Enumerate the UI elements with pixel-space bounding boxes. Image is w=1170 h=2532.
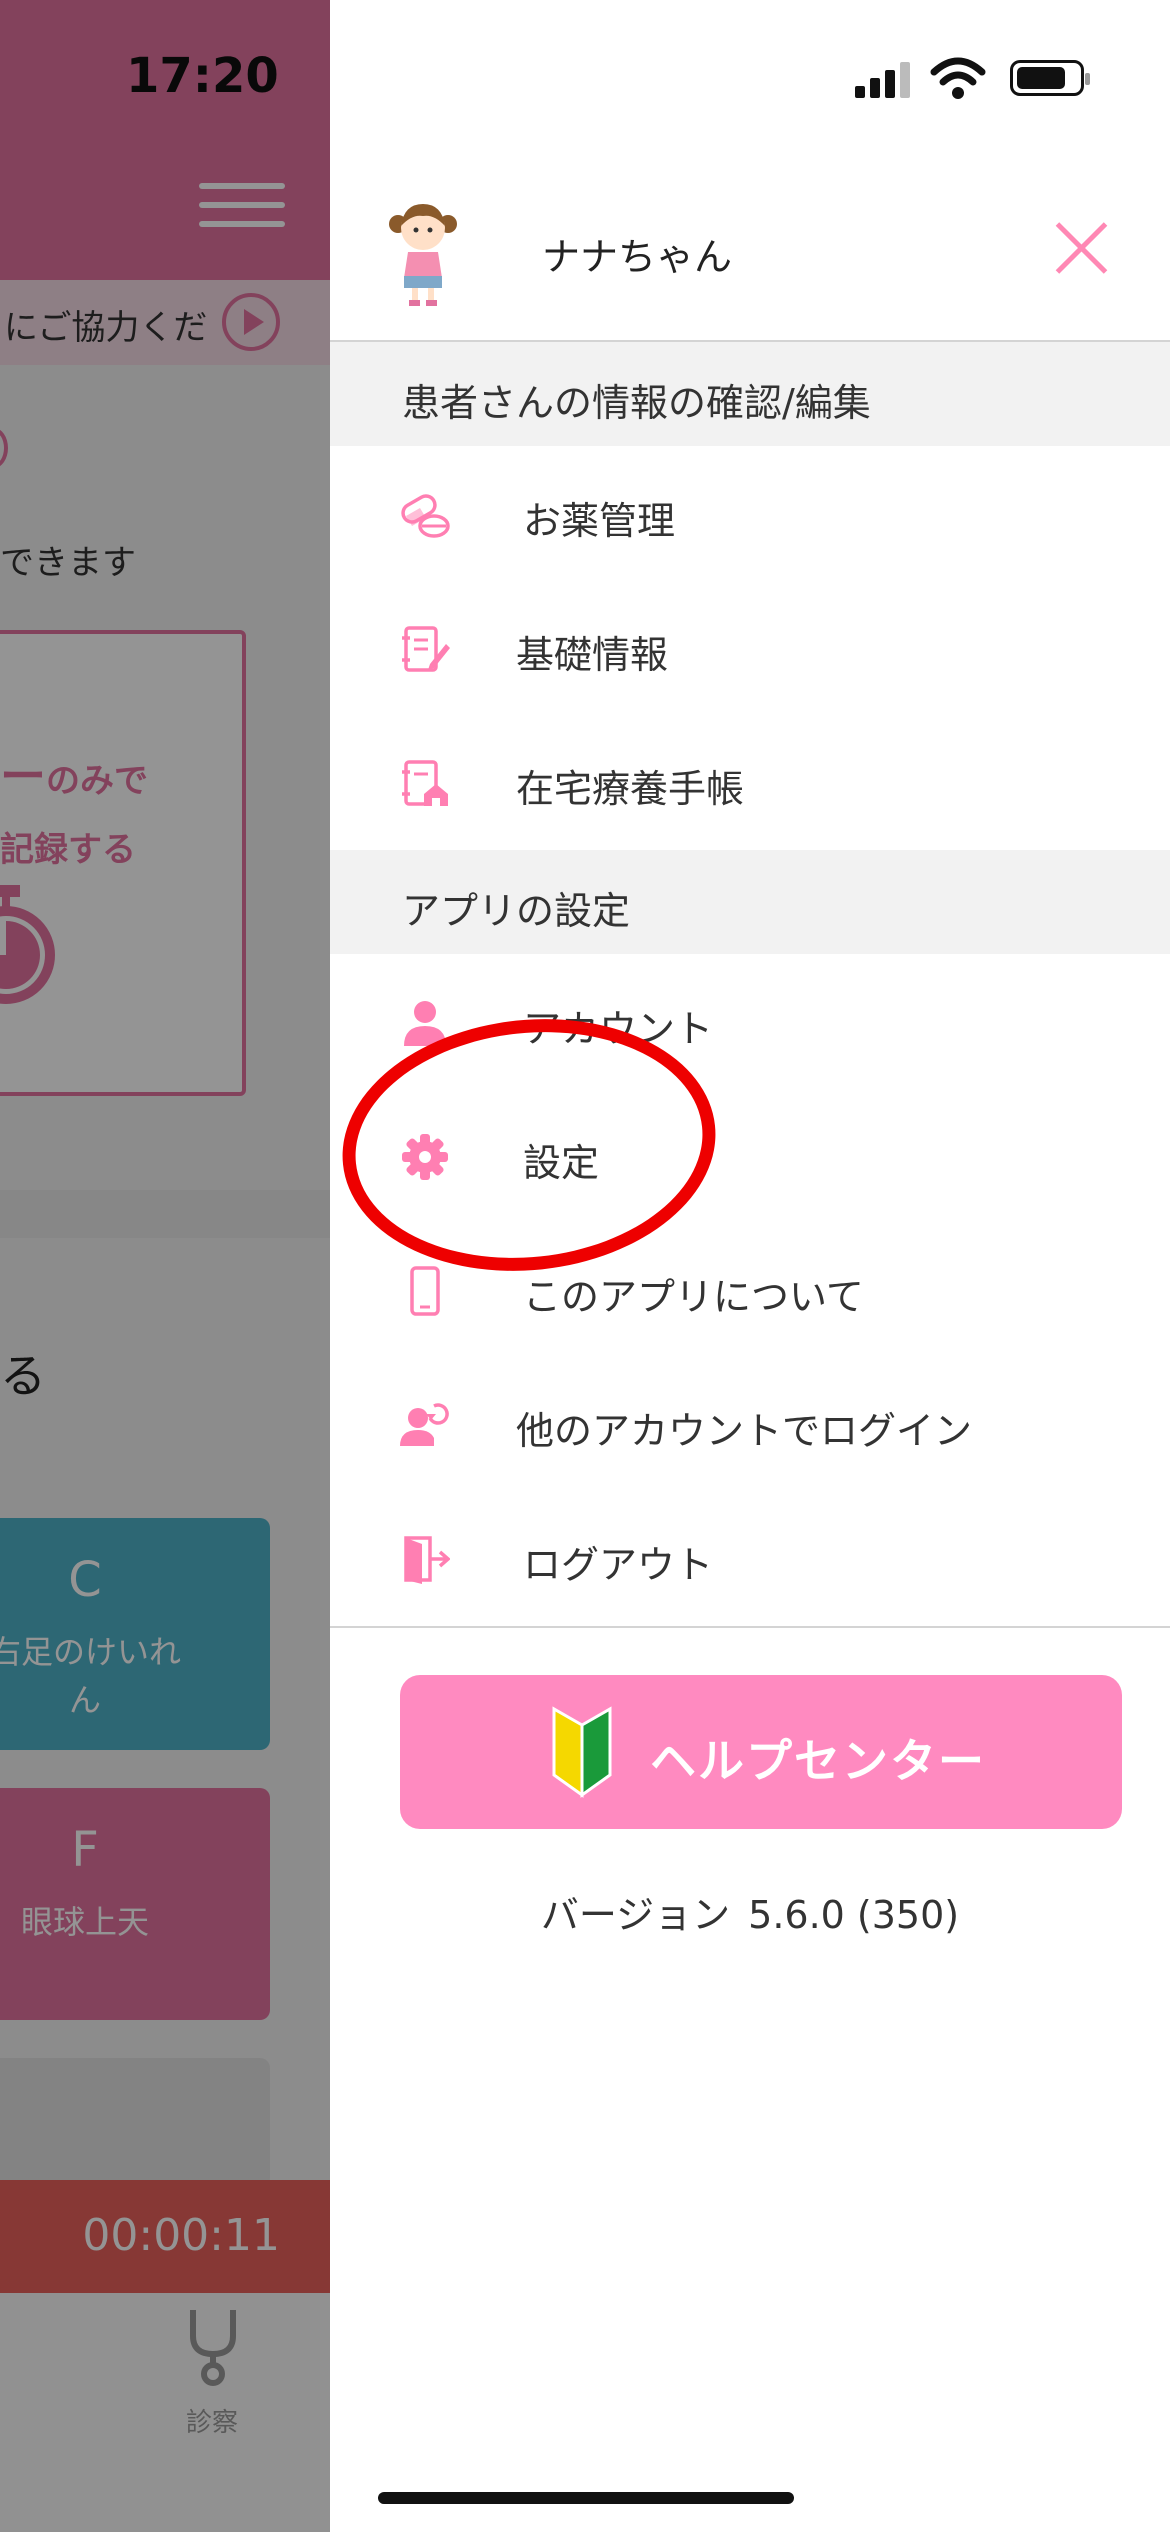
section-title: 患者さんの情報の確認/編集: [402, 381, 871, 425]
dim-overlay[interactable]: [0, 0, 330, 2532]
smartphone-icon: [410, 1266, 440, 1316]
wifi-icon: [930, 57, 986, 99]
girl-avatar-icon: [389, 204, 457, 306]
menu-item-label: お薬管理: [523, 499, 676, 543]
version-value: 5.6.0 (350): [748, 1893, 960, 1937]
battery-icon: [1010, 60, 1090, 96]
beginner-mark-icon: [552, 1706, 612, 1798]
switch-account-icon: [400, 1403, 449, 1446]
menu-item-label: 他のアカウントでログイン: [516, 1409, 973, 1453]
menu-item-basic-info[interactable]: 基礎情報: [330, 580, 1170, 714]
menu-item-home-care-notebook[interactable]: 在宅療養手帳: [330, 714, 1170, 848]
help-center-label: ヘルプセンター: [650, 1734, 986, 1788]
app-version: バージョン 5.6.0 (350): [330, 1884, 1170, 1939]
menu-item-label: 基礎情報: [516, 633, 669, 677]
help-center-button[interactable]: ヘルプセンター: [400, 1675, 1122, 1829]
home-notebook-icon: [402, 760, 448, 806]
section-header-app-settings: アプリの設定: [330, 850, 1170, 954]
section-header-patient-info: 患者さんの情報の確認/編集: [330, 342, 1170, 446]
menu-item-switch-account[interactable]: 他のアカウントでログイン: [330, 1356, 1170, 1490]
menu-item-logout[interactable]: ログアウト: [330, 1490, 1170, 1624]
close-icon[interactable]: [1053, 220, 1109, 276]
menu-item-label: ログアウト: [523, 1543, 714, 1587]
notebook-pen-icon: [402, 626, 450, 672]
side-drawer: ナナちゃん 患者さんの情報の確認/編集 お薬管理 基礎情報 在宅療養手帳 アプリ…: [330, 0, 1170, 2532]
menu-item-medication[interactable]: お薬管理: [330, 446, 1170, 580]
menu-item-label: このアプリについて: [523, 1275, 864, 1319]
logout-door-icon: [404, 1536, 450, 1584]
section-title: アプリの設定: [402, 889, 631, 933]
divider: [330, 1626, 1170, 1628]
profile-header: ナナちゃん: [330, 180, 1170, 340]
home-indicator[interactable]: [378, 2492, 794, 2504]
menu-item-label: 在宅療養手帳: [516, 767, 745, 811]
profile-name: ナナちゃん: [542, 235, 733, 279]
version-label: バージョン: [540, 1893, 731, 1937]
pills-icon: [401, 494, 450, 538]
cellular-signal-icon: [855, 60, 911, 98]
